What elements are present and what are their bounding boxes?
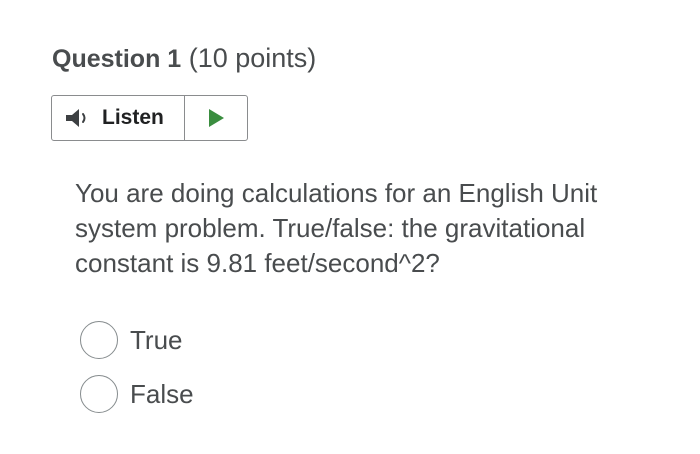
radio-true[interactable] [80, 321, 118, 359]
radio-false[interactable] [80, 375, 118, 413]
question-header: Question 1 (10 points) [52, 40, 316, 77]
question-title: Question 1 [52, 45, 182, 73]
question-text: You are doing calculations for an Englis… [75, 178, 598, 278]
question-points: (10 points) [188, 43, 317, 73]
choice-label-true: True [130, 324, 183, 355]
choice-false[interactable]: False [80, 375, 194, 413]
choice-label-false: False [130, 378, 194, 409]
listen-button[interactable]: Listen [52, 96, 185, 140]
listen-label: Listen [102, 106, 164, 129]
speaker-icon [64, 107, 94, 129]
listen-control: Listen [51, 95, 248, 141]
play-button[interactable] [185, 96, 247, 140]
choice-true[interactable]: True [80, 321, 183, 359]
play-icon [209, 109, 224, 127]
